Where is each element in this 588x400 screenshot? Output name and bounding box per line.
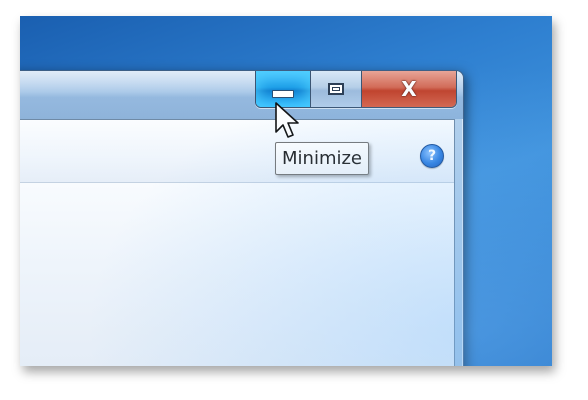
title-bar[interactable]: X	[20, 71, 463, 119]
maximize-button[interactable]	[311, 71, 362, 107]
help-icon[interactable]: ?	[420, 144, 444, 168]
help-glyph: ?	[427, 148, 437, 164]
close-button[interactable]: X	[362, 71, 456, 107]
arrow-pointer-icon	[275, 102, 299, 138]
explorer-window: X ?	[20, 70, 464, 366]
screenshot-frame: X ? Minimize	[20, 16, 552, 366]
minimize-tooltip: Minimize	[275, 142, 369, 175]
close-icon: X	[401, 77, 417, 101]
minimize-icon	[272, 90, 294, 98]
maximize-icon	[328, 83, 344, 95]
command-bar: ?	[20, 120, 454, 183]
window-client-area: ?	[20, 119, 455, 366]
content-pane[interactable]	[20, 183, 454, 366]
tooltip-text: Minimize	[282, 148, 362, 169]
